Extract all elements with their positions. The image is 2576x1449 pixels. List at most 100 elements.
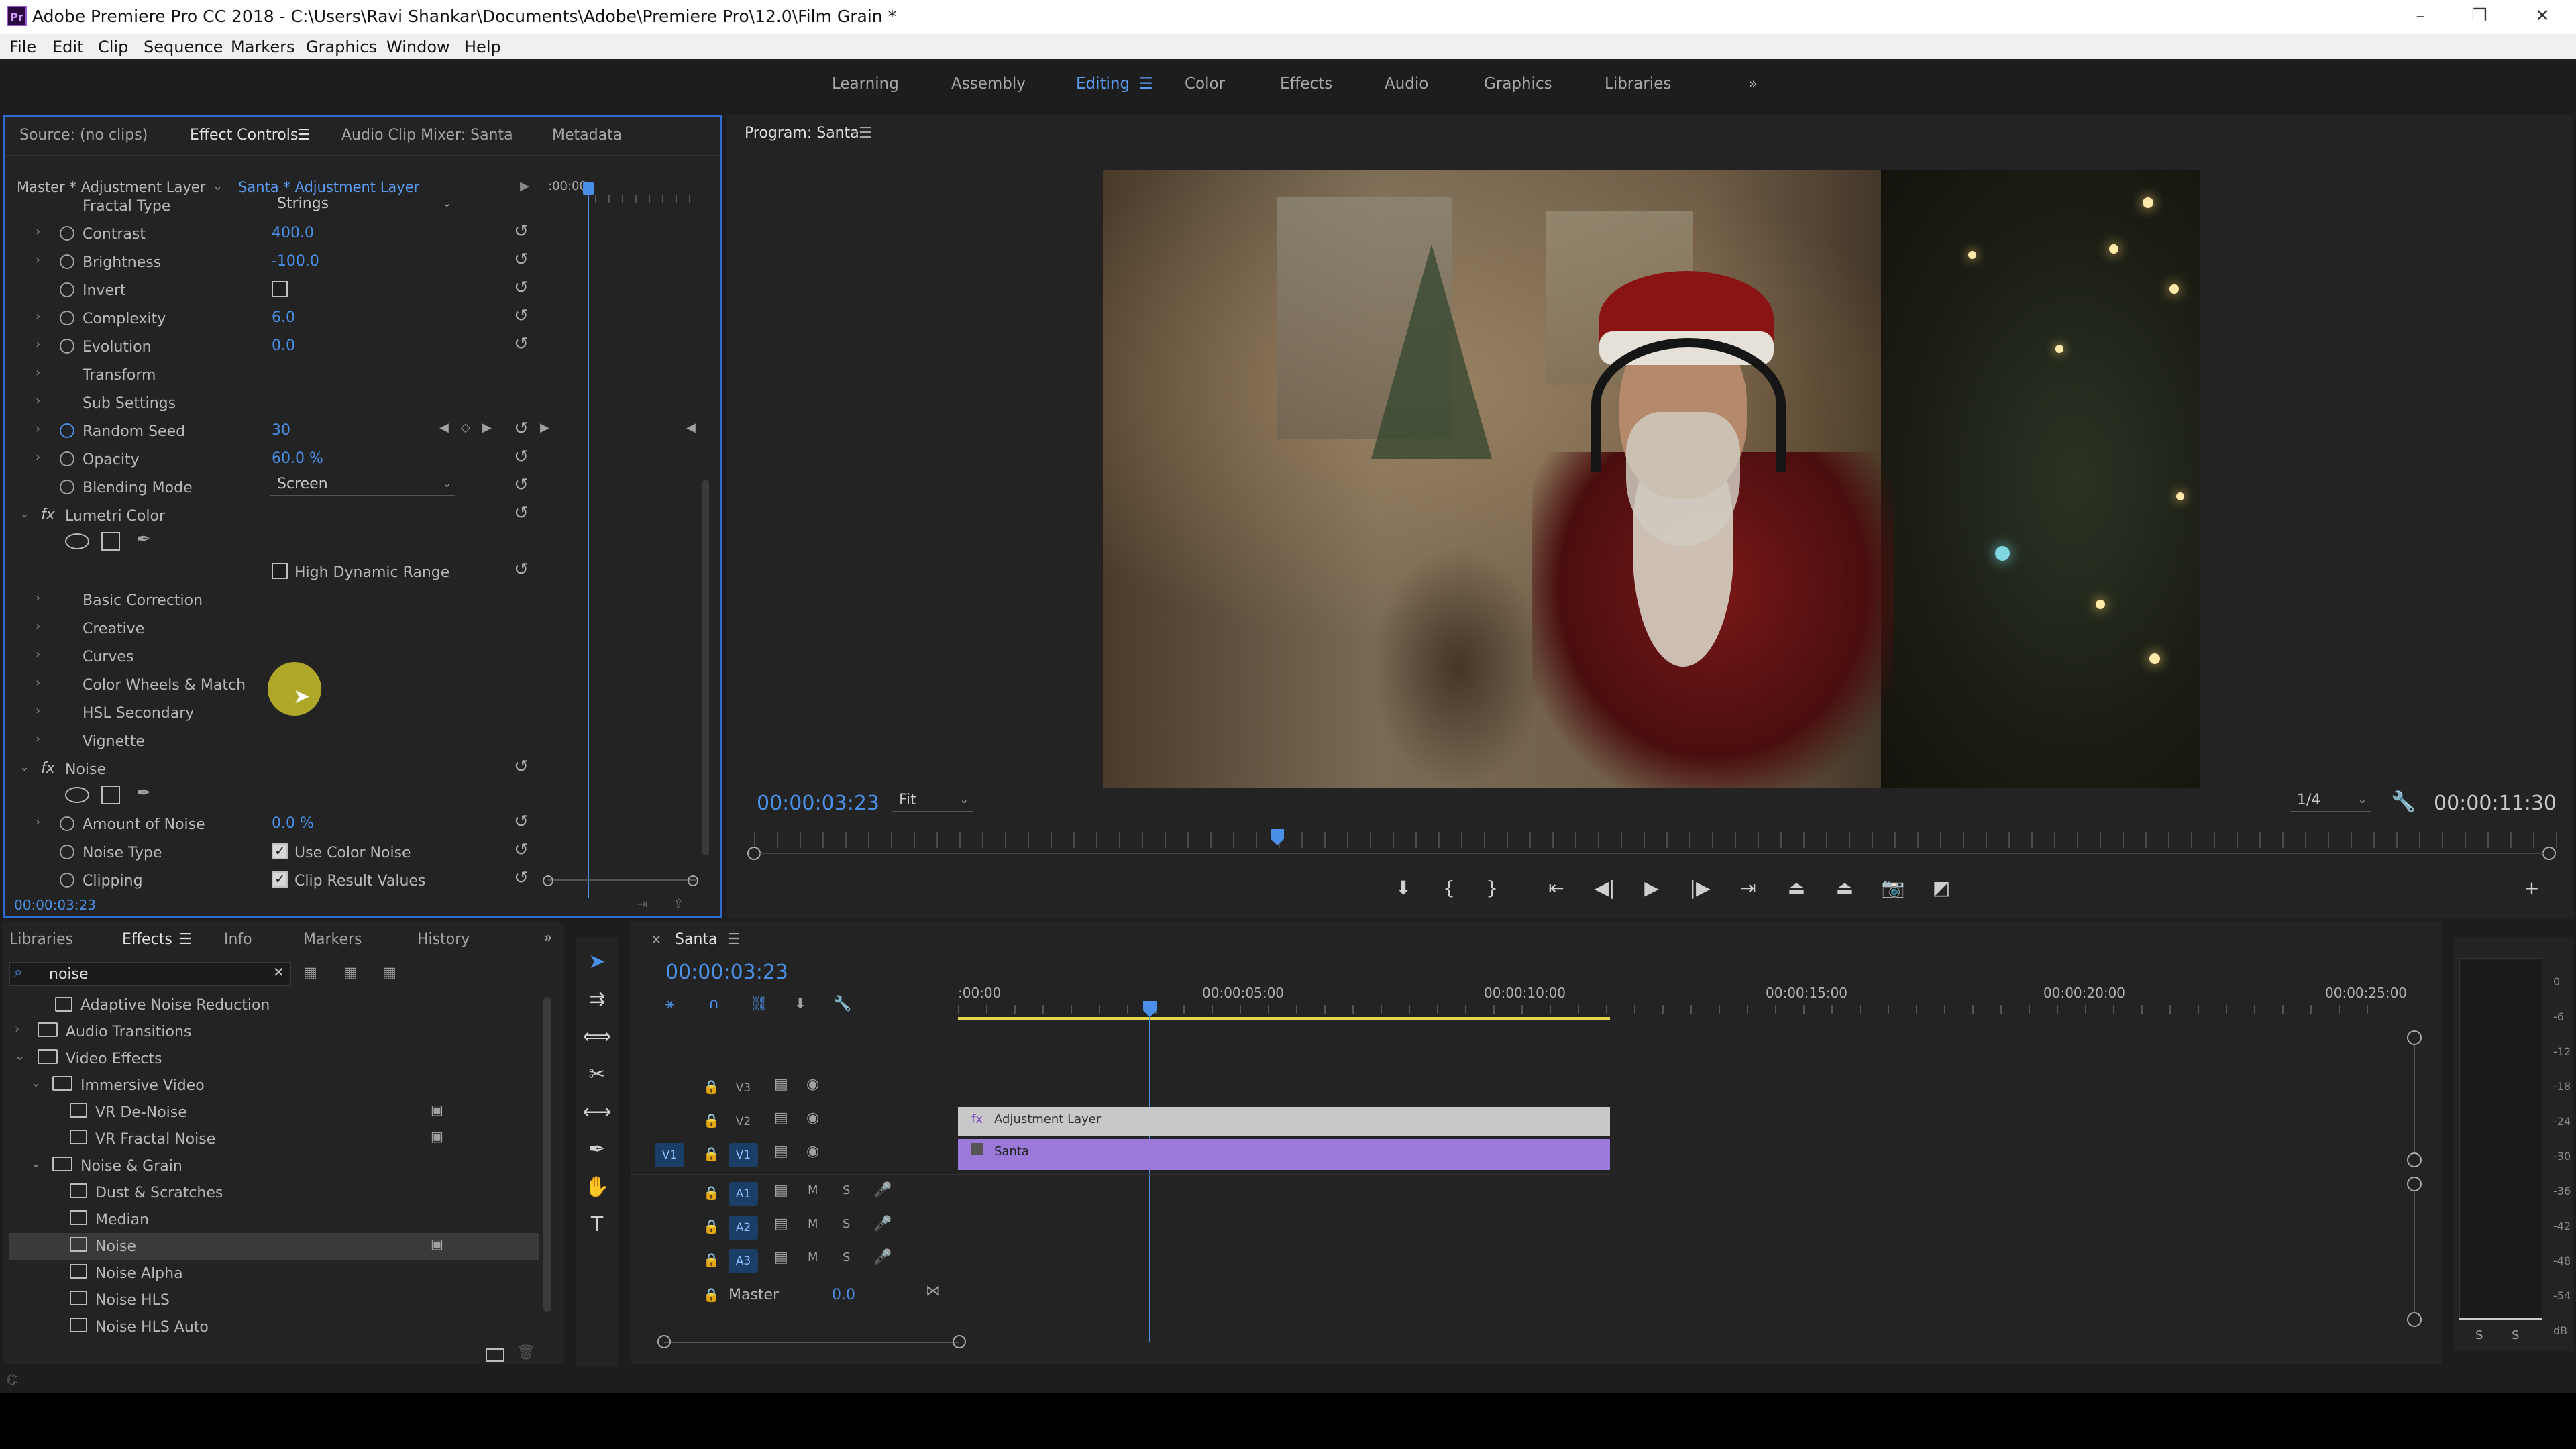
slip-tool-icon[interactable]: ⟷ <box>581 1096 613 1128</box>
expand-hsl-secondary-icon[interactable]: › <box>36 704 40 718</box>
reset-icon[interactable]: ↺ <box>512 278 531 297</box>
tab-effects[interactable]: Effects <box>122 931 172 948</box>
rectangle-mask-icon[interactable] <box>101 532 120 551</box>
workspace-learning[interactable]: Learning <box>832 75 899 93</box>
keyframe-nav-icon[interactable]: ▶ <box>540 421 549 435</box>
reset-icon[interactable]: ↺ <box>512 869 531 888</box>
add-keyframe-icon[interactable]: ◇ <box>461 421 470 435</box>
expand-contrast-icon[interactable]: › <box>36 225 40 239</box>
audio-zoom-handle[interactable] <box>2407 1177 2422 1191</box>
step-back-icon[interactable]: ◀| <box>1589 872 1621 904</box>
adjustment-layer-clip[interactable]: fx Adjustment Layer <box>958 1107 1610 1136</box>
track-select-tool-icon[interactable]: ⇉ <box>581 983 613 1016</box>
effects-search-input[interactable] <box>48 964 262 984</box>
clear-search-icon[interactable]: ✕ <box>273 964 284 980</box>
tab-info[interactable]: Info <box>224 931 252 948</box>
tab-audio-clip-mixer[interactable]: Audio Clip Mixer: Santa <box>341 127 513 144</box>
effect-noise[interactable]: Noise <box>95 1238 136 1255</box>
collapse-folder-icon[interactable]: ⌄ <box>15 1049 25 1063</box>
expand-transform-icon[interactable]: › <box>36 366 40 380</box>
timeline-timecode[interactable]: 00:00:03:23 <box>665 961 788 984</box>
scrub-zoom-left-handle[interactable] <box>747 847 761 860</box>
microphone-icon[interactable]: 🎤 <box>873 1249 892 1266</box>
workspace-editing[interactable]: Editing <box>1076 75 1130 93</box>
vertical-scrollbar[interactable] <box>702 480 709 855</box>
effects-scrollbar[interactable] <box>543 997 551 1312</box>
panel-menu-icon[interactable]: ☰ <box>297 127 311 144</box>
expand-amount-noise-icon[interactable]: › <box>36 815 40 829</box>
track-a1-label[interactable]: A1 <box>729 1182 758 1206</box>
close-sequence-icon[interactable]: × <box>651 931 662 947</box>
mark-out-icon[interactable]: } <box>1476 872 1508 904</box>
stopwatch-icon[interactable] <box>60 226 74 241</box>
stopwatch-icon[interactable] <box>60 282 74 297</box>
type-tool-icon[interactable]: T <box>581 1209 613 1241</box>
workspace-color[interactable]: Color <box>1185 75 1225 93</box>
fractal-type-dropdown[interactable]: Strings ⌄ <box>270 195 455 215</box>
invert-checkbox[interactable] <box>272 281 288 297</box>
go-to-out-icon[interactable]: ⇥ <box>1732 872 1764 904</box>
effect-controls-timecode[interactable]: 00:00:03:23 <box>14 897 96 913</box>
minimize-button[interactable]: – <box>2402 3 2439 30</box>
reset-icon[interactable]: ↺ <box>512 757 531 776</box>
timeline-ruler-ticks[interactable] <box>958 1005 2373 1014</box>
sync-lock-icon[interactable]: ▤ <box>774 1216 788 1232</box>
vertical-zoom-handle[interactable] <box>2407 1030 2422 1045</box>
play-icon[interactable]: ▶ <box>1635 872 1668 904</box>
program-title[interactable]: Program: Santa <box>745 125 859 142</box>
mini-zoom-bar[interactable] <box>548 879 696 881</box>
reset-icon[interactable]: ↺ <box>512 447 531 466</box>
collapse-lumetri-icon[interactable]: ⌄ <box>19 506 30 521</box>
tab-history[interactable]: History <box>417 931 470 948</box>
scrub-zoom-track[interactable] <box>759 853 2544 854</box>
pen-mask-icon[interactable]: ✒ <box>136 783 151 803</box>
program-scrub-bar[interactable] <box>754 832 2559 848</box>
restore-button[interactable]: ❐ <box>2461 3 2498 30</box>
close-button[interactable]: ✕ <box>2524 3 2561 30</box>
next-keyframe-icon[interactable]: ▶ <box>482 421 492 435</box>
eye-icon[interactable]: ◉ <box>806 1143 819 1160</box>
comparison-view-icon[interactable]: ◩ <box>1925 872 1957 904</box>
fx-badge-icon[interactable]: fx <box>41 506 55 523</box>
expand-random-seed-icon[interactable]: › <box>36 422 40 436</box>
timeline-zoom-track[interactable] <box>664 1342 959 1343</box>
prev-keyframe-icon[interactable]: ◀ <box>439 421 449 435</box>
effect-noise-alpha[interactable]: Noise Alpha <box>95 1265 183 1282</box>
stopwatch-icon[interactable] <box>60 816 74 831</box>
reset-icon[interactable]: ↺ <box>512 812 531 831</box>
menu-graphics[interactable]: Graphics <box>306 38 377 56</box>
workspace-effects[interactable]: Effects <box>1280 75 1332 93</box>
opacity-value[interactable]: 60.0 % <box>272 450 323 467</box>
color-wheels-label[interactable]: Color Wheels & Match <box>83 677 246 694</box>
collapse-noise-icon[interactable]: ⌄ <box>19 760 30 774</box>
clip-result-checkbox[interactable] <box>272 871 288 888</box>
vignette-label[interactable]: Vignette <box>83 733 145 750</box>
sync-lock-icon[interactable]: ▤ <box>774 1076 788 1093</box>
hdr-checkbox[interactable] <box>272 563 288 579</box>
reset-icon[interactable]: ↺ <box>512 222 531 241</box>
tab-source[interactable]: Source: (no clips) <box>19 127 148 144</box>
expand-brightness-icon[interactable]: › <box>36 253 40 267</box>
sequence-tab[interactable]: Santa <box>675 931 718 948</box>
folder-immersive-video[interactable]: Immersive Video <box>80 1077 205 1094</box>
audio-zoom-handle[interactable] <box>2407 1312 2422 1327</box>
lock-icon[interactable]: 🔒 <box>703 1146 720 1162</box>
menu-window[interactable]: Window <box>386 38 450 56</box>
resolution-dropdown[interactable]: 1/4 ⌄ <box>2290 792 2371 812</box>
accelerated-effects-icon[interactable]: ▦ <box>303 965 317 981</box>
button-editor-plus-icon[interactable]: + <box>2516 872 2548 904</box>
lock-icon[interactable]: 🔒 <box>703 1287 720 1303</box>
nest-toggle-icon[interactable]: ⚹ <box>665 996 674 1012</box>
32bit-effects-icon[interactable]: ▦ <box>343 965 358 981</box>
effect-noise-hls-auto[interactable]: Noise HLS Auto <box>95 1319 209 1334</box>
filter-icon[interactable]: ⇥ <box>637 896 648 912</box>
tab-libraries[interactable]: Libraries <box>9 931 73 948</box>
folder-video-effects[interactable]: Video Effects <box>66 1051 162 1067</box>
vertical-zoom-handle[interactable] <box>2407 1152 2422 1167</box>
vertical-zoom-track[interactable] <box>2414 1045 2415 1152</box>
step-forward-icon[interactable]: |▶ <box>1684 872 1716 904</box>
track-v2-label[interactable]: V2 <box>729 1110 758 1134</box>
reset-icon[interactable]: ↺ <box>512 307 531 325</box>
track-a2-label[interactable]: A2 <box>729 1216 758 1240</box>
reset-icon[interactable]: ↺ <box>512 419 531 438</box>
